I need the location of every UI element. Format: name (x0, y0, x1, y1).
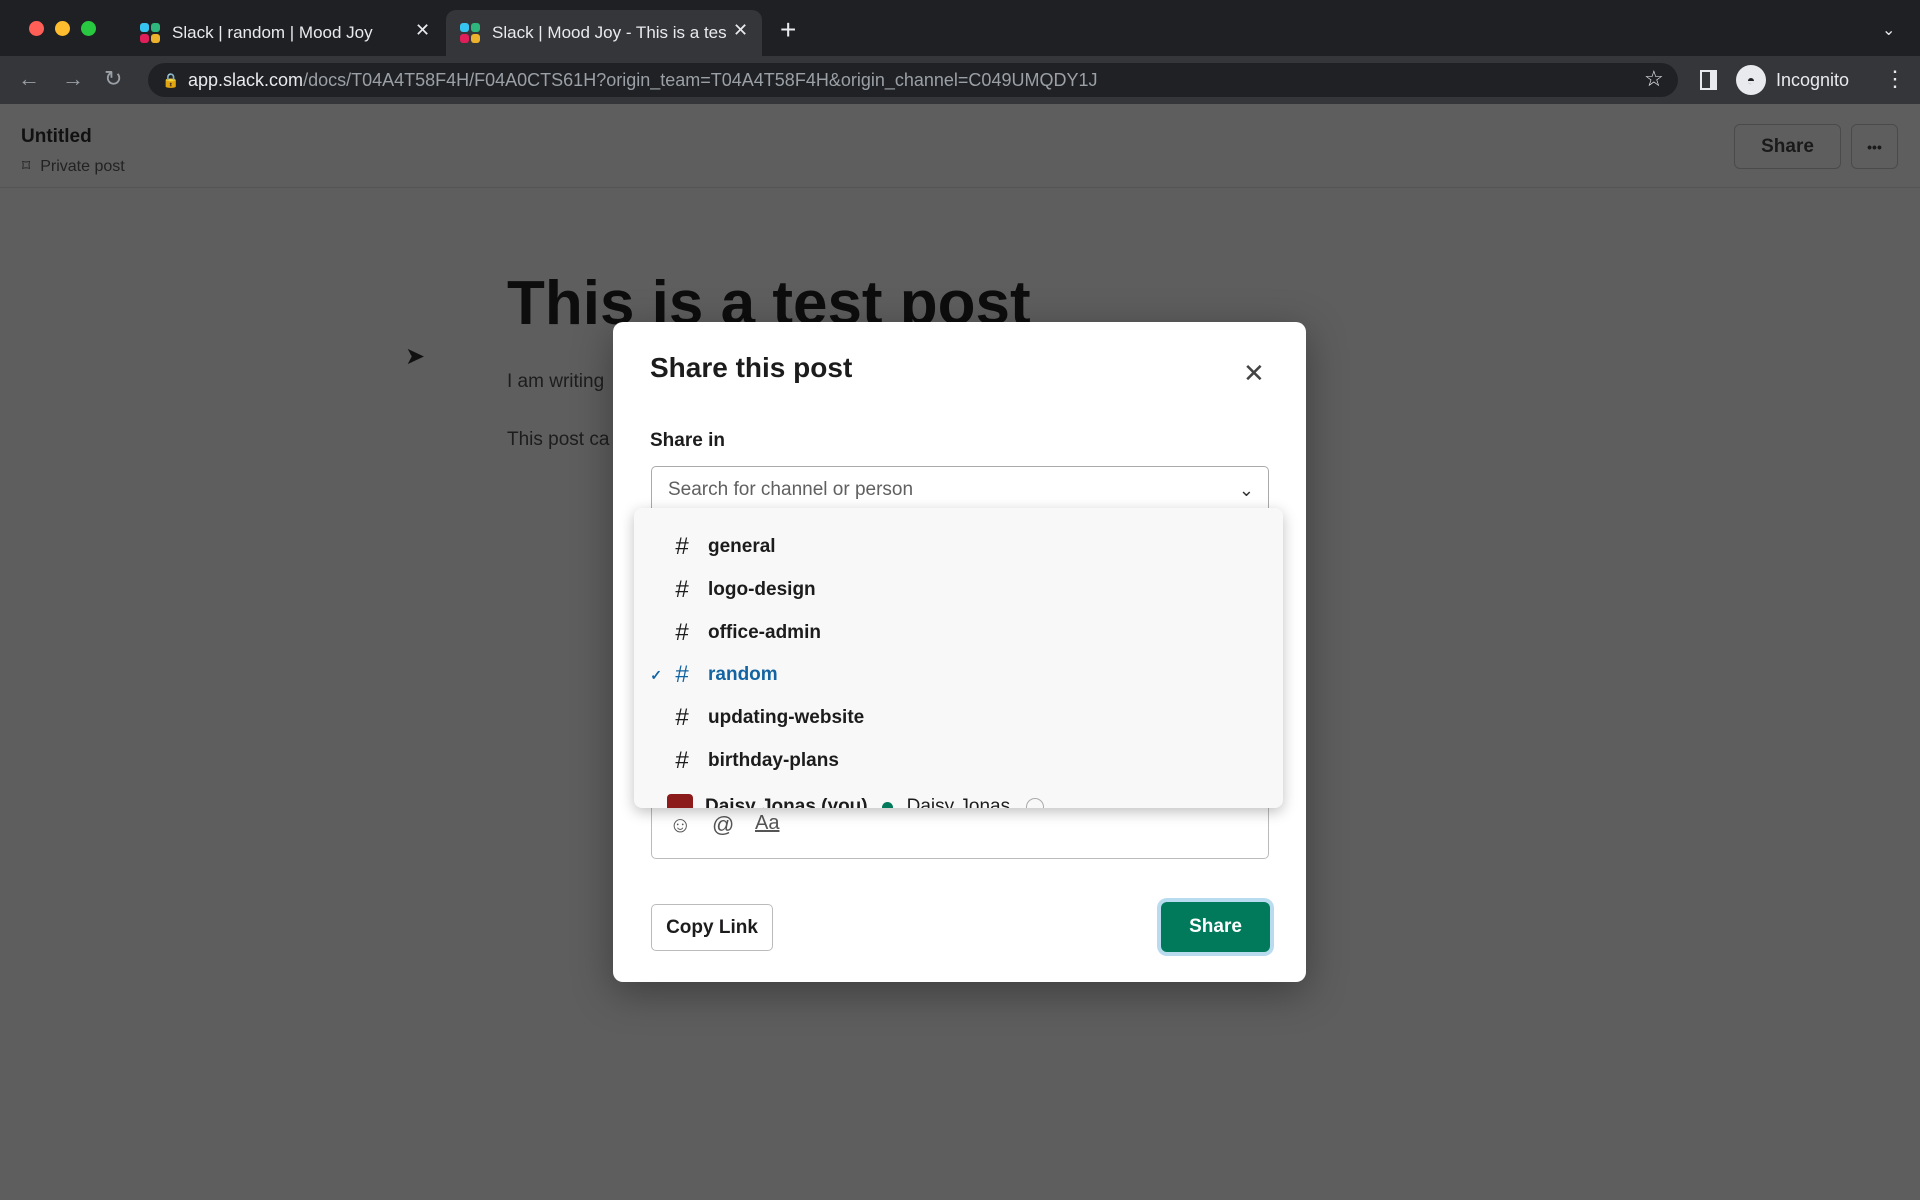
channel-option-birthday-plans[interactable]: # birthday-plans (634, 740, 1283, 782)
back-icon[interactable]: ← (18, 66, 40, 92)
incognito-icon: ◓ (1736, 65, 1766, 95)
bookmark-icon: ⌑ (22, 158, 31, 175)
close-tab-icon[interactable]: ✕ (415, 20, 430, 41)
person-name: Daisy Jonas (906, 796, 1011, 808)
browser-tab-1[interactable]: Slack | random | Mood Joy (126, 10, 444, 56)
copy-link-button[interactable]: Copy Link (651, 904, 773, 951)
post-header: Untitled ⌑ Private post Share ••• (0, 104, 1920, 188)
emoji-icon[interactable]: ☺ (669, 812, 691, 838)
hash-icon: # (675, 661, 689, 688)
close-tab-icon[interactable]: ✕ (733, 20, 748, 41)
incognito-profile[interactable]: ◓ Incognito (1736, 62, 1849, 98)
avatar (667, 794, 693, 808)
address-bar-row: ← → ↻ 🔒 app.slack.com/docs/T04A4T58F4H/F… (0, 56, 1920, 104)
minimize-window-button[interactable] (55, 21, 70, 36)
hash-icon: # (675, 533, 689, 560)
share-in-label: Share in (650, 430, 725, 451)
slack-icon (460, 23, 480, 43)
person-option-daisy-jonas[interactable]: Daisy Jonas (you) Daisy Jonas … (634, 786, 1283, 808)
option-label: logo-design (708, 579, 816, 600)
tab-title: Slack | Mood Joy - This is a tes (492, 23, 727, 42)
post-title: Untitled (21, 126, 92, 147)
hash-icon: # (675, 576, 689, 603)
header-share-button[interactable]: Share (1734, 124, 1841, 169)
hash-icon: # (675, 704, 689, 731)
channel-option-logo-design[interactable]: # logo-design (634, 569, 1283, 611)
close-window-button[interactable] (29, 21, 44, 36)
status-bubble-icon: … (1026, 798, 1045, 808)
hash-icon: # (675, 619, 689, 646)
close-icon[interactable]: ✕ (1243, 358, 1265, 389)
browser-tab-bar: Slack | random | Mood Joy ✕ Slack | Mood… (0, 0, 1920, 56)
checkmark-icon: ✓ (650, 666, 662, 683)
url-input[interactable]: 🔒 app.slack.com/docs/T04A4T58F4H/F04A0CT… (148, 63, 1678, 97)
privacy-status: ⌑ Private post (22, 156, 125, 176)
maximize-window-button[interactable] (81, 21, 96, 36)
forward-icon[interactable]: → (62, 66, 84, 92)
profile-label: Incognito (1776, 69, 1850, 90)
option-label: birthday-plans (708, 750, 839, 771)
tab-title: Slack | random | Mood Joy (172, 23, 373, 42)
formatting-button[interactable]: Aa (755, 812, 779, 835)
person-display-name: Daisy Jonas (you) (705, 796, 868, 808)
option-label: office-admin (708, 622, 821, 643)
new-tab-button[interactable]: + (780, 14, 796, 46)
share-button[interactable]: Share (1161, 902, 1270, 952)
option-label: updating-website (708, 707, 865, 728)
channel-dropdown: # general # logo-design # office-admin ✓ # ra… (634, 508, 1283, 808)
mention-icon[interactable]: @ (712, 812, 734, 838)
channel-option-random[interactable]: ✓ # random (634, 654, 1283, 696)
privacy-label: Private post (40, 158, 125, 175)
channel-search-input[interactable]: Search for channel or person ⌄ (651, 466, 1269, 514)
url-host: app.slack.com (188, 70, 304, 90)
channel-option-general[interactable]: # general (634, 526, 1283, 568)
channel-option-office-admin[interactable]: # office-admin (634, 612, 1283, 654)
channel-option-updating-website[interactable]: # updating-website (634, 697, 1283, 739)
lock-icon: 🔒 (162, 72, 180, 88)
online-status-icon (881, 801, 893, 808)
slack-icon (140, 23, 160, 43)
bookmark-star-icon[interactable]: ☆ (1644, 66, 1664, 92)
chevron-down-icon[interactable]: ⌄ (1239, 467, 1254, 513)
dialog-title: Share this post (650, 352, 853, 383)
tab-search-chevron-icon[interactable]: ⌄ (1882, 20, 1895, 40)
url-path: /docs/T04A4T58F4H/F04A0CTS61H?origin_tea… (303, 70, 1098, 90)
browser-menu-icon[interactable]: ⋮ (1884, 66, 1906, 92)
option-label: general (708, 536, 776, 557)
document-paragraph: This post ca (507, 429, 610, 450)
reload-icon[interactable]: ↻ (104, 66, 122, 92)
option-label: random (708, 664, 778, 685)
side-panel-icon[interactable] (1700, 70, 1717, 90)
more-actions-button[interactable]: ••• (1851, 124, 1898, 169)
browser-tab-2[interactable]: Slack | Mood Joy - This is a tes (446, 10, 762, 56)
search-placeholder: Search for channel or person (668, 479, 914, 500)
hash-icon: # (675, 747, 689, 774)
document-paragraph: I am writing (507, 371, 605, 392)
